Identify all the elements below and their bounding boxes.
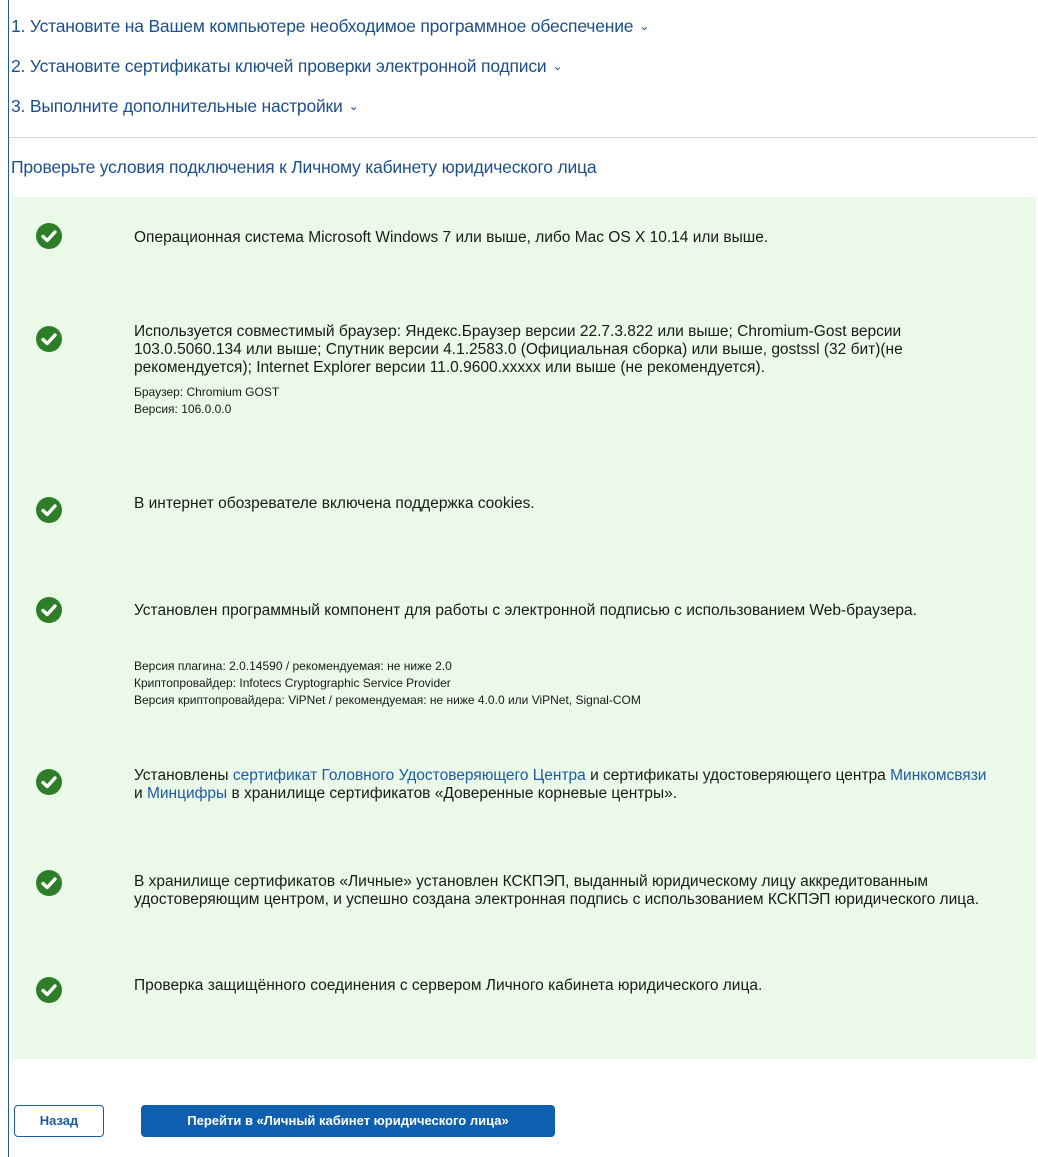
- chevron-down-icon: ⌄: [639, 19, 650, 33]
- check-circle-icon: [36, 326, 62, 352]
- check-text: В интернет обозревателе включена поддерж…: [134, 495, 535, 512]
- checks-panel: Операционная система Microsoft Windows 7…: [12, 197, 1036, 1059]
- minkomsvyazi-link[interactable]: Минкомсвязи: [890, 767, 986, 784]
- check-details: Версия плагина: 2.0.14590 / рекомендуема…: [134, 658, 994, 709]
- step-install-software[interactable]: 1. Установите на Вашем компьютере необхо…: [11, 14, 1031, 54]
- check-text: Используется совместимый браузер: Яндекс…: [134, 323, 903, 376]
- chevron-down-icon: ⌄: [348, 99, 359, 113]
- step-install-certificates[interactable]: 2. Установите сертификаты ключей проверк…: [11, 54, 1031, 94]
- text-part: и: [134, 785, 147, 802]
- go-to-cabinet-button[interactable]: Перейти в «Личный кабинет юридического л…: [141, 1105, 555, 1137]
- check-circle-icon: [36, 977, 62, 1003]
- head-ca-certificate-link[interactable]: сертификат Головного Удостоверяющего Цен…: [233, 767, 586, 784]
- check-circle-icon: [36, 223, 62, 249]
- detail-line: Версия плагина: 2.0.14590 / рекомендуема…: [134, 659, 452, 673]
- chevron-down-icon: ⌄: [552, 59, 563, 73]
- mintsifry-link[interactable]: Минцифры: [147, 785, 227, 802]
- check-circle-icon: [36, 870, 62, 896]
- text-part: Установлены: [134, 767, 233, 784]
- check-text: Установлен программный компонент для раб…: [134, 602, 917, 619]
- detail-line: Криптопровайдер: Infotecs Cryptographic …: [134, 676, 451, 690]
- check-text: Установлены сертификат Головного Удостов…: [134, 767, 994, 803]
- check-circle-icon: [36, 597, 62, 623]
- check-text: Операционная система Microsoft Windows 7…: [134, 229, 769, 246]
- check-text: Проверка защищённого соединения с сервер…: [134, 977, 763, 994]
- back-button[interactable]: Назад: [14, 1105, 104, 1137]
- step-label: 3. Выполните дополнительные настройки: [11, 96, 343, 116]
- check-circle-icon: [36, 497, 62, 523]
- check-details: Браузер: Chromium GOST Версия: 106.0.0.0: [134, 384, 994, 418]
- text-part: и сертификаты удостоверяющего центра: [585, 767, 891, 784]
- step-additional-settings[interactable]: 3. Выполните дополнительные настройки ⌄: [11, 94, 1031, 134]
- divider: [9, 137, 1037, 138]
- step-label: 2. Установите сертификаты ключей проверк…: [11, 56, 547, 76]
- text-part: в хранилище сертификатов «Доверенные кор…: [227, 785, 678, 802]
- detail-line: Браузер: Chromium GOST: [134, 385, 280, 399]
- detail-line: Версия: 106.0.0.0: [134, 402, 232, 416]
- check-circle-icon: [36, 769, 62, 795]
- step-label: 1. Установите на Вашем компьютере необхо…: [11, 16, 634, 36]
- setup-steps: 1. Установите на Вашем компьютере необхо…: [11, 14, 1031, 134]
- check-title: Проверьте условия подключения к Личному …: [11, 157, 597, 177]
- detail-line: Версия криптопровайдера: ViPNet / рекоме…: [134, 693, 641, 707]
- check-text: В хранилище сертификатов «Личные» устано…: [134, 873, 980, 908]
